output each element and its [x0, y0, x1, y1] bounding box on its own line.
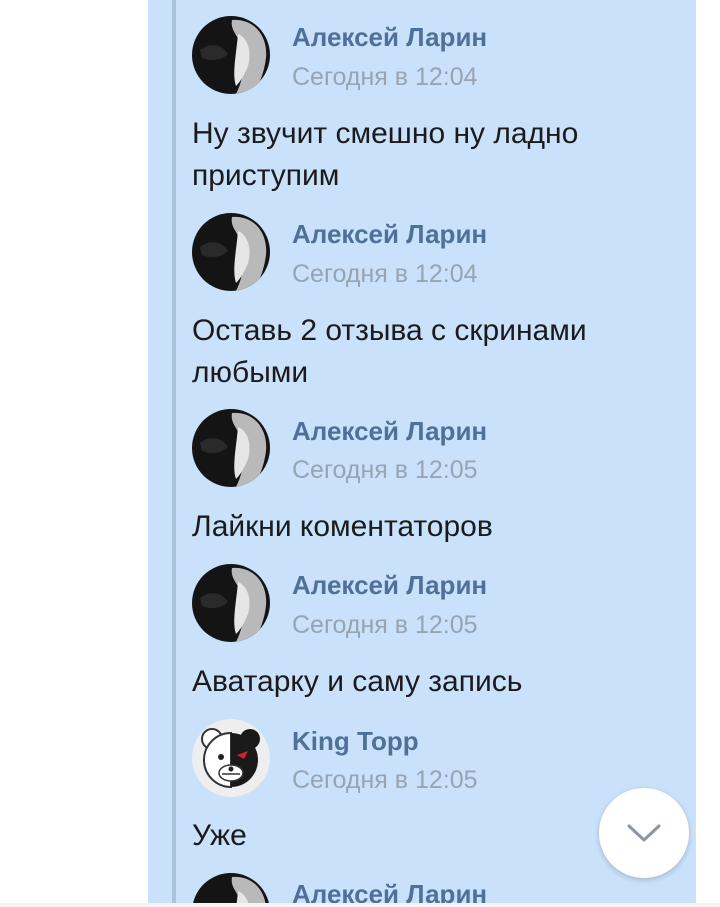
dark-portrait-icon: [192, 213, 270, 291]
comment-author[interactable]: Алексей Ларин: [292, 219, 487, 250]
comment-thread: Алексей Ларин Сегодня в 12:04 Ну звучит …: [148, 0, 696, 907]
scroll-down-button[interactable]: [599, 788, 689, 878]
dark-portrait-icon: [192, 564, 270, 642]
avatar[interactable]: [192, 564, 270, 642]
comment-text: Лайкни коментаторов: [192, 510, 493, 543]
comment-time: Сегодня в 12:05: [292, 766, 478, 794]
comment-time: Сегодня в 12:04: [292, 260, 478, 288]
monokuma-bear-icon: [192, 719, 270, 797]
dark-portrait-icon: [192, 409, 270, 487]
comment-text: Ну звучит смешно ну ладно приступим: [192, 117, 579, 192]
avatar[interactable]: [192, 213, 270, 291]
comment-time: Сегодня в 12:04: [292, 63, 478, 91]
comment-author[interactable]: Алексей Ларин: [292, 22, 487, 53]
comment-author[interactable]: King Topp: [292, 726, 419, 757]
avatar[interactable]: [192, 16, 270, 94]
thread-indent-line: [172, 0, 176, 907]
avatar[interactable]: [192, 409, 270, 487]
bottom-divider: [0, 903, 720, 907]
page-margin: [696, 0, 720, 907]
comment-author[interactable]: Алексей Ларин: [292, 570, 487, 601]
comment-author[interactable]: Алексей Ларин: [292, 416, 487, 447]
comment-text: Аватарку и саму запись: [192, 665, 523, 698]
avatar[interactable]: [192, 719, 270, 797]
avatar[interactable]: [192, 873, 270, 907]
chevron-down-icon: [627, 824, 661, 842]
comment-text: Оставь 2 отзыва с скринами любыми: [192, 314, 587, 389]
comment-time: Сегодня в 12:05: [292, 611, 478, 639]
comment-text: Уже: [192, 819, 247, 852]
comment-time: Сегодня в 12:05: [292, 456, 478, 484]
dark-portrait-icon: [192, 873, 270, 907]
dark-portrait-icon: [192, 16, 270, 94]
